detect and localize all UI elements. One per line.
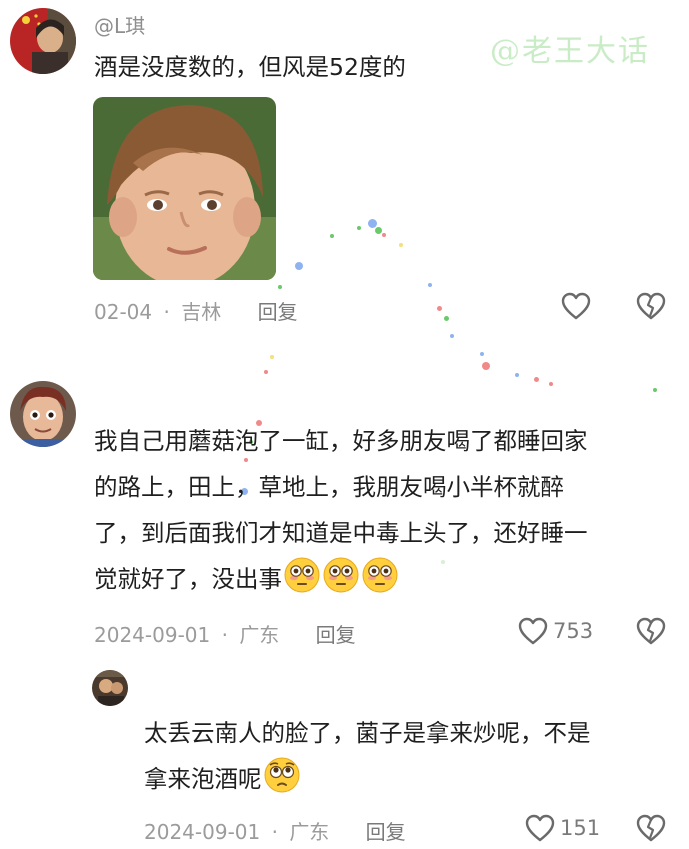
comment-text: 酒是没度数的，但风是52度的 xyxy=(94,53,406,81)
user-avatar[interactable] xyxy=(10,381,76,447)
comment-date: 02-04 xyxy=(94,300,153,324)
comment-image[interactable] xyxy=(93,97,276,280)
like-count: 753 xyxy=(553,619,594,643)
flushed-emoji xyxy=(322,556,360,609)
comment-meta: 2024-09-01 · 广东 回复 xyxy=(144,816,406,845)
comment-line: 拿来泡酒呢 xyxy=(144,765,262,793)
comment-line: 太丢云南人的脸了，菌子是拿来炒呢，不是 xyxy=(144,719,591,747)
comment-line: 的路上，田上，草地上，我朋友喝小半杯就醉 xyxy=(94,473,564,501)
reply-button[interactable]: 回复 xyxy=(316,623,356,647)
comment-text: 我自己用蘑菇泡了一缸，好多朋友喝了都睡回家 的路上，田上，草地上，我朋友喝小半杯… xyxy=(94,418,684,609)
like-icon[interactable] xyxy=(518,617,548,645)
comment-meta: 2024-09-01 · 广东 回复 xyxy=(94,619,356,648)
flushed-emoji xyxy=(283,556,321,609)
comment-line: 我自己用蘑菇泡了一缸，好多朋友喝了都睡回家 xyxy=(94,427,588,455)
dislike-icon[interactable] xyxy=(636,292,666,320)
reply-button[interactable]: 回复 xyxy=(366,820,406,844)
meta-separator: · xyxy=(221,623,228,647)
flushed-emoji xyxy=(361,556,399,609)
comment-line: 觉就好了，没出事 xyxy=(94,565,282,593)
like-icon[interactable] xyxy=(525,814,555,842)
like-icon[interactable] xyxy=(561,292,591,320)
user-avatar[interactable] xyxy=(92,670,128,706)
comment-text: 太丢云南人的脸了，菌子是拿来炒呢，不是 拿来泡酒呢 xyxy=(144,710,684,809)
meta-separator: · xyxy=(271,820,278,844)
meta-separator: · xyxy=(163,300,170,324)
comment-location: 广东 xyxy=(239,623,280,647)
dislike-icon[interactable] xyxy=(636,617,666,645)
comment-line: 了，到后面我们才知道是中毒上头了，还好睡一 xyxy=(94,519,588,547)
username[interactable]: @L琪 xyxy=(94,10,145,39)
comment-date: 2024-09-01 xyxy=(94,623,211,647)
watermark: @老王大话 xyxy=(490,34,650,69)
like-count: 151 xyxy=(560,816,601,840)
reply-button[interactable]: 回复 xyxy=(258,300,298,324)
dislike-icon[interactable] xyxy=(636,814,666,842)
comment-date: 2024-09-01 xyxy=(144,820,261,844)
user-avatar[interactable] xyxy=(10,8,76,74)
pleading-emoji xyxy=(263,756,301,809)
comment-meta: 02-04 · 吉林 回复 xyxy=(94,296,298,325)
comment-location: 吉林 xyxy=(181,300,222,324)
comment-location: 广东 xyxy=(289,820,330,844)
